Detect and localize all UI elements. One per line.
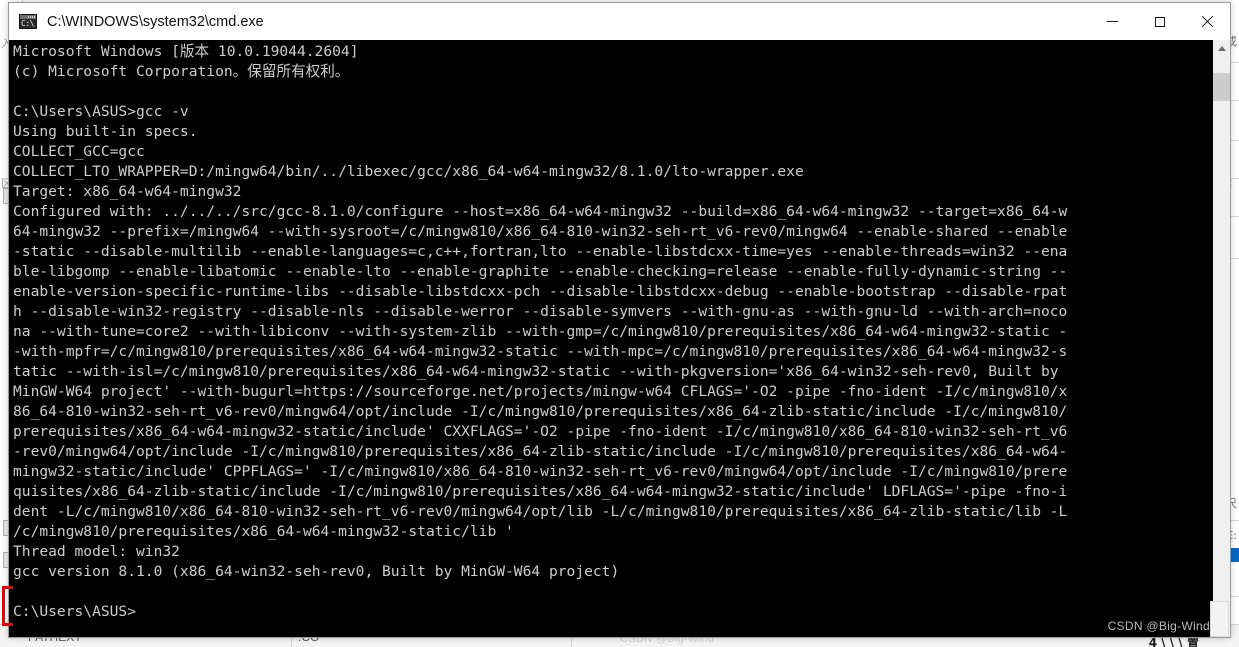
- console-line: Target: x86_64-w64-mingw32: [13, 183, 242, 200]
- watermark-overlap-badge: [1210, 601, 1229, 637]
- console-line: COLLECT_LTO_WRAPPER=D:/mingw64/bin/../li…: [13, 163, 804, 180]
- console-line: quisites/x86_64-zlib-static/include -I/c…: [13, 483, 1068, 500]
- console-line: (c) Microsoft Corporation。保留所有权利。: [13, 63, 350, 80]
- console-line: Using built-in specs.: [13, 123, 198, 140]
- console-line: na --with-tune=core2 --with-libiconv --w…: [13, 323, 1068, 340]
- cmd-console-icon-text: C:\: [21, 19, 34, 28]
- cmd-titlebar[interactable]: C:\ C:\WINDOWS\system32\cmd.exe: [9, 3, 1230, 40]
- maximize-button[interactable]: [1136, 3, 1183, 40]
- close-icon: [1201, 16, 1213, 28]
- console-line: dent -L/c/mingw810/x86_64-810-win32-seh-…: [13, 503, 1068, 520]
- console-line: prerequisites/x86_64-w64-mingw32-static/…: [13, 423, 1068, 440]
- console-line: /c/mingw810/prerequisites/x86_64-w64-min…: [13, 523, 514, 540]
- maximize-icon: [1154, 16, 1165, 27]
- console-line: tatic --with-isl=/c/mingw810/prerequisit…: [13, 363, 1059, 380]
- console-line: 64-mingw32 --prefix=/mingw64 --with-sysr…: [13, 223, 1068, 240]
- console-line: C:\Users\ASUS>: [13, 603, 137, 620]
- cmd-console-icon: C:\: [19, 14, 37, 29]
- minimize-icon: [1107, 21, 1118, 22]
- console-line: C:\Users\ASUS>gcc -v: [13, 103, 189, 120]
- console-line: Microsoft Windows [版本 10.0.19044.2604]: [13, 43, 359, 60]
- console-line: Thread model: win32: [13, 543, 180, 560]
- window-controls: [1089, 3, 1230, 40]
- close-button[interactable]: [1183, 3, 1230, 40]
- console-line: gcc version 8.1.0 (x86_64-win32-seh-rev0…: [13, 563, 620, 580]
- console-area[interactable]: Microsoft Windows [版本 10.0.19044.2604] (c…: [9, 40, 1230, 637]
- console-line: -static --disable-multilib --enable-lang…: [13, 243, 1068, 260]
- console-line: ble-libgomp --enable-libatomic --enable-…: [13, 263, 1068, 280]
- console-line: mingw32-static/include' CPPFLAGS=' -I/c/…: [13, 463, 1068, 480]
- console-output[interactable]: Microsoft Windows [版本 10.0.19044.2604] (c…: [9, 40, 1212, 637]
- chevron-up-icon: [1217, 46, 1226, 51]
- console-line: h --disable-win32-registry --disable-nls…: [13, 303, 1068, 320]
- console-line: Configured with: ../../../src/gcc-8.1.0/…: [13, 203, 1068, 220]
- cmd-window[interactable]: C:\ C:\WINDOWS\system32\cmd.exe Microsof…: [8, 2, 1231, 638]
- console-line: COLLECT_GCC=gcc: [13, 143, 145, 160]
- scrollbar-thumb[interactable]: [1213, 73, 1230, 102]
- screen: 入 区 或 文纟 尺 E: D PATHEXT .CO: [0, 0, 1239, 647]
- minimize-button[interactable]: [1089, 3, 1136, 40]
- console-line: enable-version-specific-runtime-libs --d…: [13, 283, 1068, 300]
- console-line: -with-mpfr=/c/mingw810/prerequisites/x86…: [13, 343, 1068, 360]
- cmd-window-title: C:\WINDOWS\system32\cmd.exe: [47, 13, 264, 30]
- console-line: 86_64-810-win32-seh-rt_v6-rev0/mingw64/o…: [13, 403, 1068, 420]
- console-line: MinGW-W64 project' --with-bugurl=https:/…: [13, 383, 1068, 400]
- scrollbar-up-button[interactable]: [1213, 40, 1230, 57]
- console-line: -rev0/mingw64/opt/include -I/c/mingw810/…: [13, 443, 1068, 460]
- console-scrollbar[interactable]: [1212, 40, 1230, 637]
